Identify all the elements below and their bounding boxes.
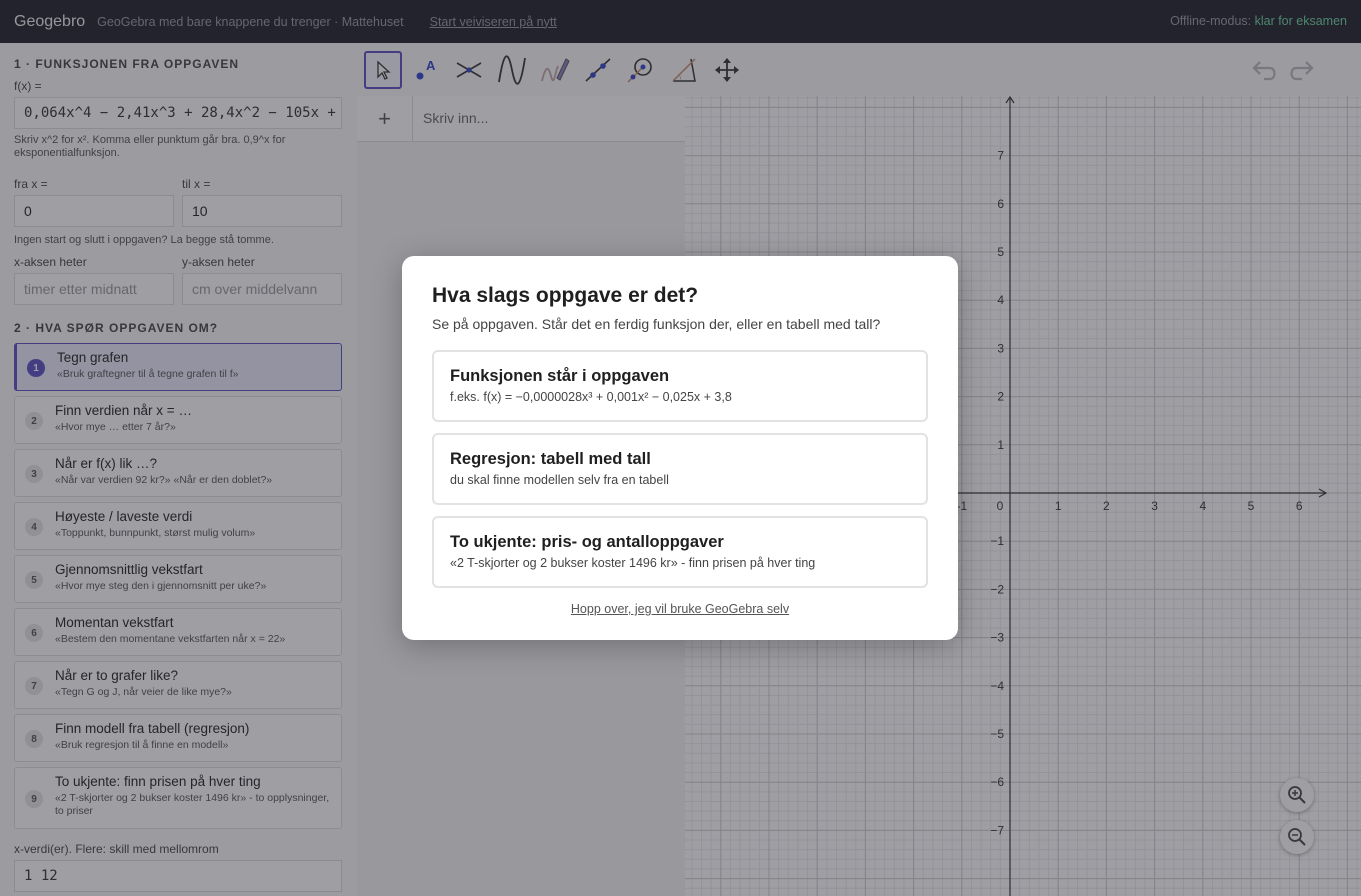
option-description: «2 T-skjorter og 2 bukser koster 1496 kr… — [450, 556, 816, 570]
option-description: f.eks. f(x) = −0,0000028x³ + 0,001x² − 0… — [450, 390, 732, 404]
option-title: Funksjonen står i oppgaven — [450, 367, 670, 385]
option-title: Regresjon: tabell med tall — [450, 450, 651, 468]
option-two-unknowns-button[interactable]: To ukjente: pris- og antalloppgaver «2 T… — [432, 516, 928, 588]
task-type-dialog: Hva slags oppgave er det? Se på oppgaven… — [402, 256, 958, 640]
option-title: To ukjente: pris- og antalloppgaver — [450, 533, 724, 551]
option-function-button[interactable]: Funksjonen står i oppgaven f.eks. f(x) =… — [432, 350, 928, 422]
dialog-subtitle: Se på oppgaven. Står det en ferdig funks… — [432, 316, 881, 332]
option-description: du skal finne modellen selv fra en tabel… — [450, 473, 669, 487]
option-regression-button[interactable]: Regresjon: tabell med tall du skal finne… — [432, 433, 928, 505]
skip-link[interactable]: Hopp over, jeg vil bruke GeoGebra selv — [432, 602, 928, 616]
dialog-title: Hva slags oppgave er det? — [432, 284, 699, 307]
